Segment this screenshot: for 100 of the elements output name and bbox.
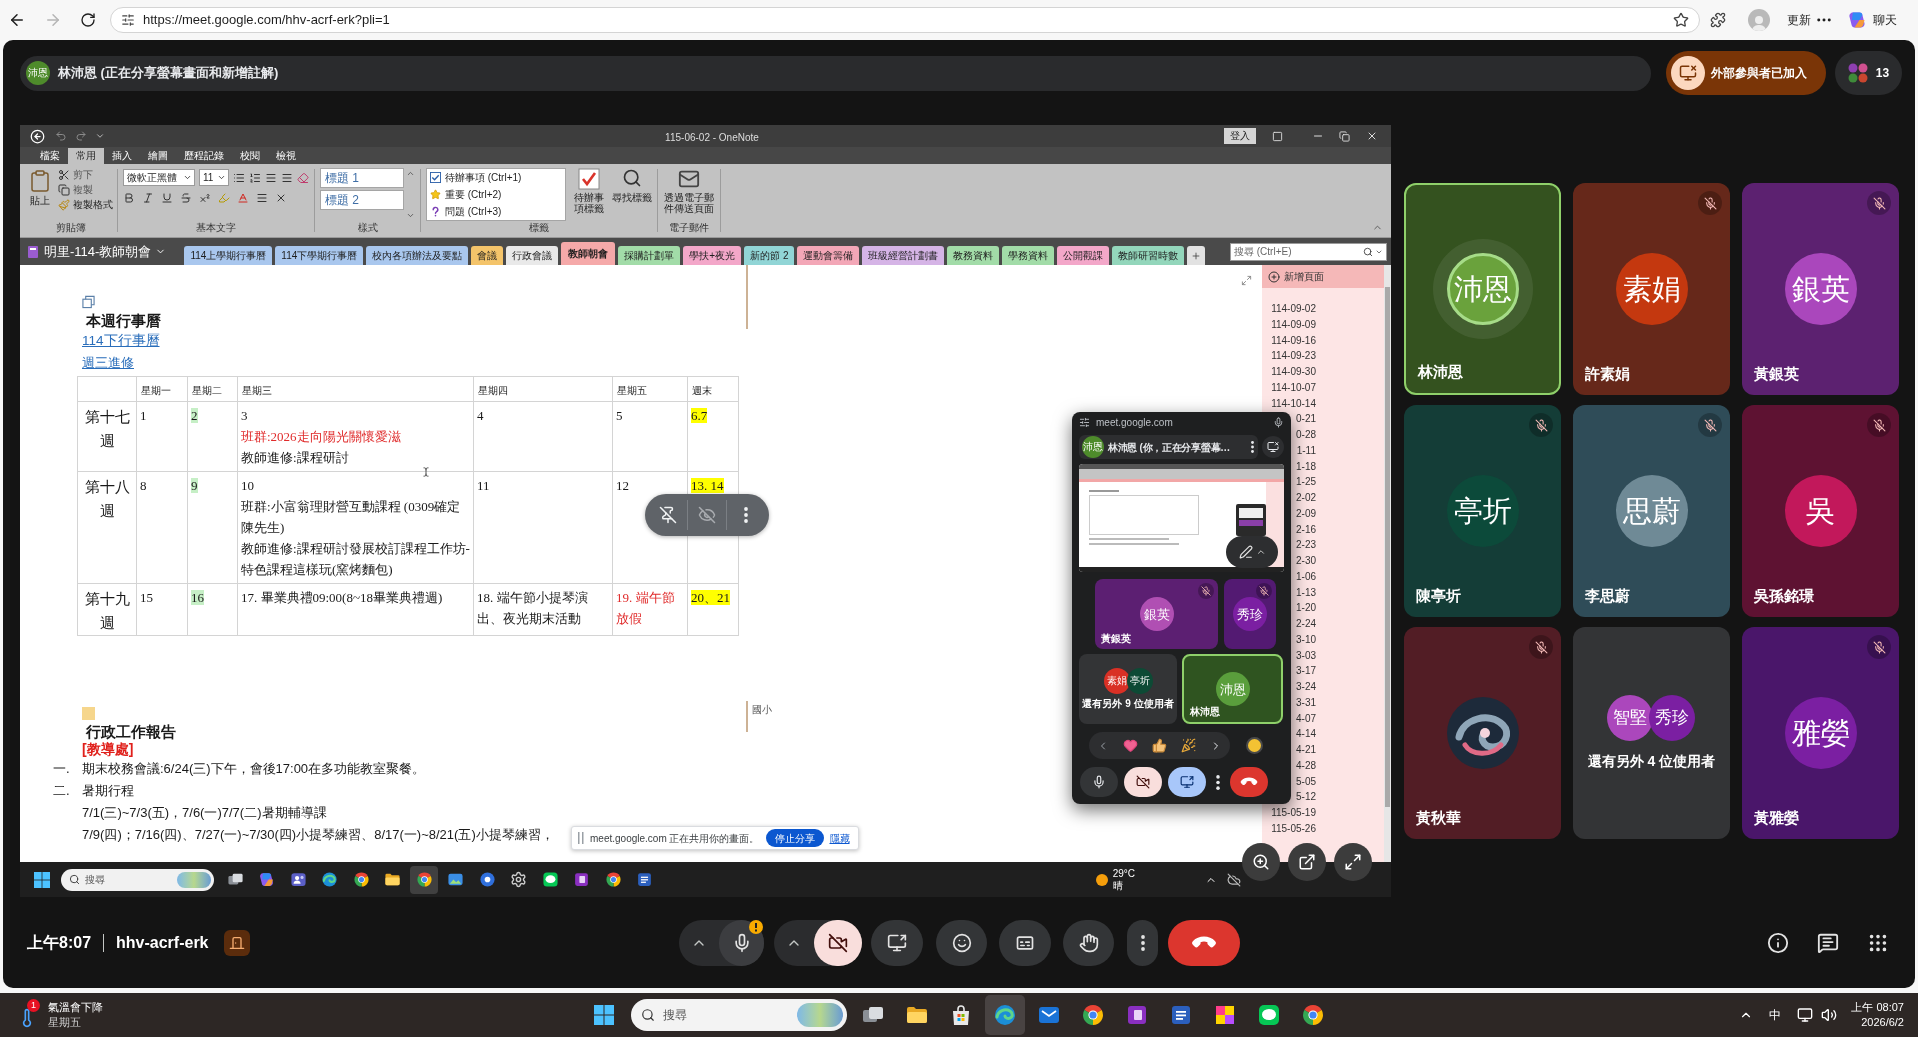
search-field[interactable]: 搜尋 bbox=[61, 868, 214, 891]
address-bar[interactable]: https://meet.google.com/hhv-acrf-erk?pli=1 bbox=[110, 7, 1700, 33]
page-item[interactable]: 5-05 bbox=[1296, 775, 1316, 787]
present-button[interactable] bbox=[1168, 767, 1206, 797]
section-tab[interactable]: 114下學期行事曆 bbox=[275, 246, 364, 265]
leave-call-button[interactable] bbox=[1230, 767, 1268, 797]
participants-button[interactable]: 13 bbox=[1835, 51, 1902, 95]
bullet-list-icon[interactable] bbox=[233, 171, 245, 184]
tag-option[interactable]: 待辦事項 (Ctrl+1) bbox=[427, 169, 565, 186]
redo-icon[interactable] bbox=[75, 130, 87, 142]
ribbon-tab[interactable]: 繪圖 bbox=[140, 148, 176, 164]
screen-off-icon[interactable] bbox=[1262, 436, 1284, 458]
paste-button[interactable]: 貼上 bbox=[28, 167, 52, 207]
section-tab[interactable]: 行政會議 bbox=[506, 246, 559, 265]
page-item[interactable]: 4-28 bbox=[1296, 759, 1316, 771]
find-tags-button[interactable]: 尋找標籤 bbox=[612, 168, 652, 221]
page-item[interactable]: 114-09-30 bbox=[1271, 366, 1316, 377]
page-item[interactable]: 5-12 bbox=[1296, 791, 1316, 803]
page-item[interactable]: 2-02 bbox=[1296, 492, 1316, 503]
more-icon[interactable] bbox=[1216, 774, 1220, 790]
reactions-button[interactable] bbox=[936, 919, 987, 966]
taskbar-button[interactable] bbox=[410, 865, 438, 894]
sliders-icon[interactable] bbox=[1079, 416, 1090, 428]
section-tab[interactable]: 新的節 2 bbox=[744, 246, 795, 265]
bold-icon[interactable] bbox=[123, 192, 135, 204]
section-tab[interactable]: 學扶+夜光 bbox=[683, 246, 742, 265]
page-item[interactable]: 2-09 bbox=[1296, 507, 1316, 519]
present-button[interactable] bbox=[871, 919, 923, 966]
more-icon[interactable] bbox=[1251, 441, 1254, 453]
page-item[interactable]: 0-28 bbox=[1296, 429, 1316, 440]
four-squares-icon[interactable] bbox=[34, 871, 50, 888]
sign-in-button[interactable]: 登入 bbox=[1224, 128, 1256, 144]
page-item[interactable]: 114-09-02 bbox=[1271, 303, 1316, 314]
lines-icon[interactable] bbox=[256, 192, 268, 204]
section-tab[interactable]: 教師研習時數 bbox=[1112, 246, 1185, 265]
page-item[interactable]: 1-13 bbox=[1296, 586, 1316, 598]
copy-button[interactable]: 複製 bbox=[58, 182, 93, 197]
font-color-icon[interactable] bbox=[237, 192, 249, 204]
page-item[interactable]: 114-10-14 bbox=[1271, 397, 1316, 409]
tag-option[interactable]: 重要 (Ctrl+2) bbox=[427, 186, 565, 203]
page-item[interactable]: 3-03 bbox=[1296, 649, 1316, 661]
info-icon[interactable] bbox=[1767, 931, 1789, 954]
section-tab[interactable]: 會議 bbox=[471, 246, 504, 265]
expand-icon[interactable] bbox=[1241, 275, 1252, 286]
underline-icon[interactable] bbox=[161, 192, 173, 204]
page-item[interactable]: 114-10-07 bbox=[1271, 381, 1316, 393]
input-method-indicator[interactable]: 中 bbox=[1769, 1006, 1782, 1024]
page-item[interactable]: 2-16 bbox=[1296, 523, 1316, 535]
hide-link[interactable]: 隱藏 bbox=[829, 830, 850, 846]
more-options-button[interactable] bbox=[1127, 919, 1158, 966]
ribbon-tab[interactable]: 常用 bbox=[68, 148, 104, 164]
scroll-down-icon[interactable] bbox=[406, 211, 415, 220]
ribbon-display-icon[interactable] bbox=[1272, 130, 1283, 142]
page-item[interactable]: 0-21 bbox=[1296, 413, 1316, 425]
ribbon-tab[interactable]: 檢視 bbox=[268, 148, 304, 164]
format-painter-button[interactable]: 複製格式 bbox=[58, 197, 113, 212]
search-field[interactable]: 搜尋 bbox=[631, 999, 847, 1031]
page-item[interactable]: 2-30 bbox=[1296, 555, 1316, 566]
font-select[interactable]: 微軟正黑體 bbox=[123, 169, 195, 186]
italic-icon[interactable] bbox=[142, 192, 154, 204]
style-option[interactable]: 標題 1 bbox=[320, 168, 404, 188]
cloud-off-icon[interactable] bbox=[1227, 872, 1241, 887]
page-item[interactable]: 4-14 bbox=[1296, 728, 1316, 740]
lines-icon[interactable] bbox=[265, 171, 277, 184]
microphone-button[interactable] bbox=[719, 919, 764, 966]
page-item[interactable]: 3-31 bbox=[1296, 696, 1316, 708]
ribbon-tab[interactable]: 插入 bbox=[104, 148, 140, 164]
monitor-icon[interactable] bbox=[1797, 1007, 1814, 1023]
swatch-icon[interactable] bbox=[1246, 737, 1263, 754]
captions-button[interactable] bbox=[999, 919, 1051, 966]
party-popper-icon[interactable] bbox=[1181, 738, 1196, 753]
ribbon-tab[interactable]: 校閱 bbox=[232, 148, 268, 164]
lines-icon[interactable] bbox=[281, 171, 293, 184]
microphone-button[interactable] bbox=[1080, 767, 1118, 797]
chat-icon[interactable] bbox=[1817, 931, 1839, 954]
add-section-button[interactable] bbox=[1187, 246, 1206, 265]
drag-handle-icon[interactable] bbox=[578, 832, 584, 844]
camera-button[interactable] bbox=[814, 919, 862, 966]
ribbon-tab[interactable]: 檔案 bbox=[32, 148, 68, 164]
page-item[interactable]: 1-11 bbox=[1296, 444, 1316, 456]
section-tab[interactable]: 運動會籌備 bbox=[797, 246, 860, 265]
section-tab[interactable]: 校內各項辦法及要點 bbox=[366, 246, 469, 265]
page-item[interactable]: 1-18 bbox=[1296, 460, 1316, 472]
restore-icon[interactable] bbox=[1339, 130, 1350, 142]
section-tab[interactable]: 公開觀課 bbox=[1057, 246, 1110, 265]
extensions-icon[interactable] bbox=[1710, 12, 1726, 28]
section-tab[interactable]: 班級經營計劃書 bbox=[862, 246, 945, 265]
section-tab[interactable]: 採購計劃單 bbox=[618, 246, 681, 265]
scroll-up-icon[interactable] bbox=[406, 169, 415, 178]
section-tab[interactable]: 學務資料 bbox=[1002, 246, 1055, 265]
speaker-icon[interactable] bbox=[1821, 1007, 1838, 1023]
font-size-select[interactable]: 11 bbox=[199, 169, 229, 186]
update-button[interactable]: 更新 bbox=[1784, 11, 1814, 29]
email-page-button[interactable]: 透過電子郵件傳送頁面 bbox=[663, 168, 715, 221]
numbered-list-icon[interactable] bbox=[249, 171, 261, 184]
todo-tag-button[interactable]: 待辦事項標籤 bbox=[572, 168, 606, 221]
raise-hand-button[interactable] bbox=[1063, 919, 1114, 966]
more-icon[interactable] bbox=[1817, 18, 1831, 22]
chat-button[interactable]: 聊天 bbox=[1873, 11, 1897, 29]
section-tab[interactable]: 教務資料 bbox=[947, 246, 1000, 265]
